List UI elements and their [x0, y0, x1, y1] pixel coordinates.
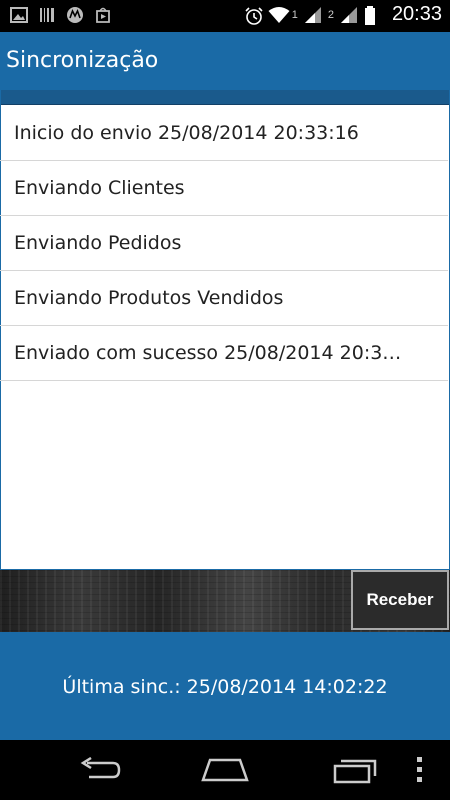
log-item[interactable]: Enviando Clientes [0, 161, 448, 216]
sync-footer: Última sinc.: 25/08/2014 14:02:22 [0, 632, 450, 740]
log-item[interactable]: Enviando Pedidos [0, 216, 448, 271]
motorola-icon [66, 6, 84, 24]
back-icon[interactable] [70, 754, 130, 786]
sync-log-list: Inicio do envio 25/08/2014 20:33:16 Envi… [0, 106, 448, 381]
barcode-icon [38, 6, 56, 24]
image-icon [10, 6, 28, 24]
action-bar: Sincronização [0, 32, 450, 90]
wifi-icon [268, 6, 290, 24]
recent-apps-icon[interactable] [325, 754, 385, 786]
sim2-label: 2 [327, 8, 334, 21]
alarm-icon [244, 6, 263, 25]
menu-dots-icon[interactable] [400, 754, 440, 786]
home-icon[interactable] [195, 754, 255, 786]
signal-icon [304, 6, 322, 24]
battery-icon [364, 5, 382, 25]
page-title: Sincronização [6, 48, 159, 73]
signal-icon [340, 6, 358, 24]
log-item[interactable]: Enviado com sucesso 25/08/2014 20:3… [0, 326, 448, 381]
last-sync-label: Última sinc.: 25/08/2014 14:02:22 [62, 676, 388, 698]
navigation-bar [0, 740, 450, 800]
clock: 20:33 [391, 3, 442, 25]
log-item[interactable]: Inicio do envio 25/08/2014 20:33:16 [0, 106, 448, 161]
sim1-label: 1 [291, 8, 298, 21]
receive-button[interactable]: Receber [351, 570, 449, 630]
play-store-icon [94, 6, 112, 24]
log-item[interactable]: Enviando Produtos Vendidos [0, 271, 448, 326]
panel-top-divider [1, 90, 449, 105]
status-bar: 1 2 20:33 [0, 0, 450, 32]
